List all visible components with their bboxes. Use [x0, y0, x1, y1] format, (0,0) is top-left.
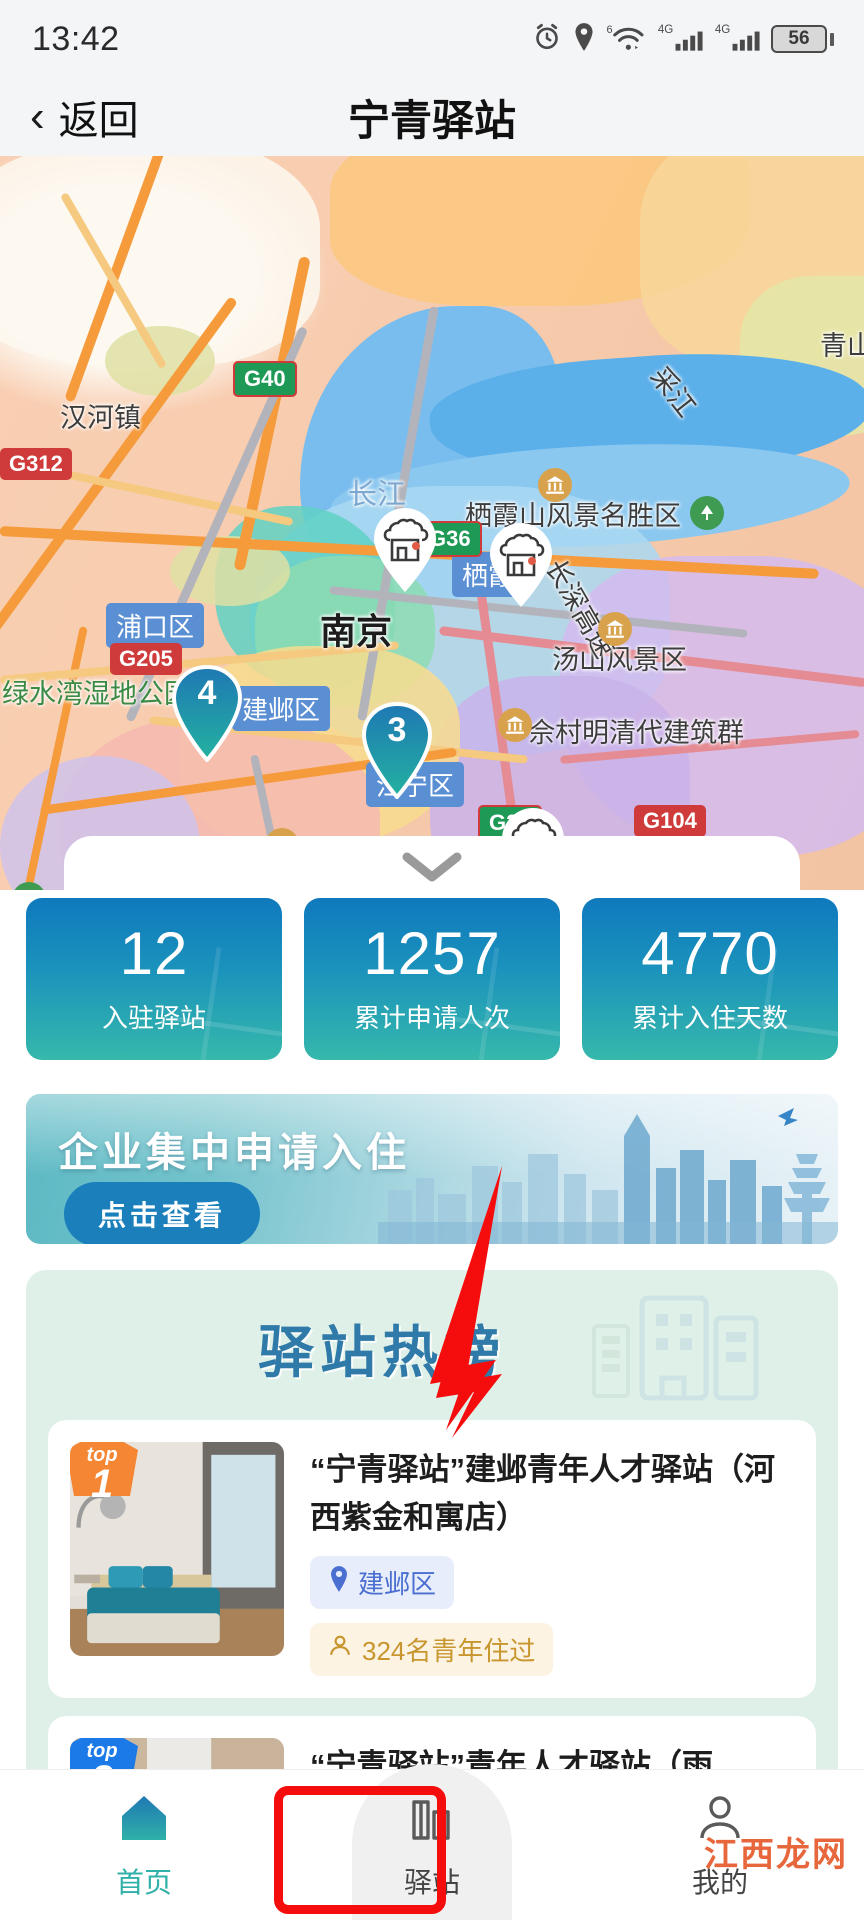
svg-text:4G: 4G [658, 23, 673, 35]
signal-4g-icon-2: 4G [714, 22, 762, 57]
listing-count-label: 324名青年住过 [362, 1636, 536, 1667]
annotation-arrow [430, 1166, 502, 1438]
stat-card[interactable]: 1257 累计申请人次 [304, 898, 560, 1060]
banner-title: 企业集中申请入住 [58, 1131, 410, 1175]
status-icons: 6 4G 4G 56 [532, 22, 834, 57]
chevron-left-icon: ‹ [30, 92, 45, 141]
watermark: 江西龙网 [704, 1835, 848, 1875]
app-screen: 13:42 6 4G 4G 56 ‹ 返回 宁青驿站 汉河镇 采江 长江 南京 … [0, 0, 864, 1920]
nav-bar: ‹ 返回 宁青驿站 [0, 78, 864, 156]
stat-label: 入驻驿站 [101, 1002, 206, 1033]
location-icon [571, 22, 597, 57]
listing-district-row: 建邺区 [310, 1556, 794, 1610]
home-icon [116, 1790, 172, 1851]
listing-thumbnail: top 1 [70, 1442, 284, 1656]
tab-home[interactable]: 首页 [0, 1790, 288, 1901]
map-cluster-pin[interactable]: 4 [168, 664, 246, 764]
listing-title: “宁青驿站”建邺青年人才驿站（河西紫金和寓店） [310, 1452, 775, 1536]
signal-4g-icon: 4G [657, 22, 705, 57]
location-pin-icon [328, 1565, 350, 1600]
rank-badge: top 1 [70, 1442, 142, 1514]
back-label: 返回 [58, 99, 139, 143]
sheet-collapse-handle[interactable] [64, 850, 800, 884]
stat-value: 1257 [363, 919, 501, 987]
tab-label: 首页 [115, 1866, 172, 1898]
cluster-count: 3 [387, 711, 407, 749]
alarm-icon [532, 22, 562, 57]
annotation-highlight-box [274, 1786, 446, 1914]
listing-body: “宁青驿站”建邺青年人才驿站（河西紫金和寓店） 建邺区 324名青年住过 [310, 1442, 794, 1677]
hot-list-item[interactable]: top 1 “宁青驿站”建邺青年人才驿站（河西紫金和寓店） 建邺区 324名青年住过 [48, 1420, 816, 1699]
banner-cta-button[interactable]: 点击查看 [64, 1182, 261, 1244]
buildings-illustration-icon [592, 1295, 759, 1401]
home-icon [122, 1795, 166, 1840]
map-view[interactable]: 汉河镇 采江 长江 南京 栖霞山风景名胜区 汤山风景区 佘村明清代建筑群 长深高速 绿水湾湿地公… [0, 156, 864, 912]
battery-icon: 56 [771, 25, 834, 53]
stat-value: 4770 [641, 919, 779, 987]
stat-label: 累计申请人次 [353, 1002, 510, 1033]
svg-text:4G: 4G [715, 23, 730, 35]
map-station-pin[interactable] [368, 506, 442, 594]
stat-card[interactable]: 4770 累计入住天数 [582, 898, 838, 1060]
battery-percent: 56 [788, 28, 810, 49]
map-markers: 43 [0, 156, 864, 912]
back-button[interactable]: ‹ 返回 [0, 88, 139, 146]
stats-row: 12 入驻驿站 1257 累计申请人次 4770 累计入住天数 [0, 898, 864, 1060]
stat-value: 12 [119, 919, 189, 987]
map-cluster-pin[interactable]: 3 [358, 701, 436, 801]
person-icon [328, 1634, 352, 1665]
rank-number: 1 [90, 1462, 114, 1506]
map-station-pin[interactable] [484, 521, 558, 609]
listing-count-tag: 324名青年住过 [310, 1623, 554, 1677]
cluster-count: 4 [197, 674, 217, 712]
status-bar: 13:42 6 4G 4G 56 [0, 0, 864, 78]
svg-text:6: 6 [607, 23, 613, 35]
chevron-down-icon [401, 850, 463, 884]
listing-count-row: 324名青年住过 [310, 1609, 794, 1677]
status-time: 13:42 [32, 19, 120, 58]
wifi6-icon: 6 [606, 22, 648, 57]
listing-district-tag: 建邺区 [310, 1556, 455, 1610]
stat-card[interactable]: 12 入驻驿站 [26, 898, 282, 1060]
listing-district-label: 建邺区 [358, 1569, 437, 1600]
stat-label: 累计入住天数 [631, 1002, 788, 1033]
